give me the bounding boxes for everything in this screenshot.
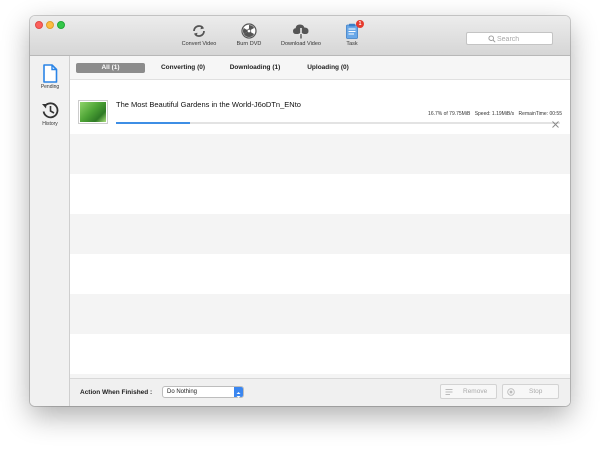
search-icon [488, 35, 496, 43]
sidebar-item-history-label: History [42, 121, 58, 127]
progress-info: 16.7% of 79.75MiB Speed: 1.19MiB/s Remai… [425, 111, 562, 117]
close-window-button[interactable] [35, 21, 43, 29]
task-button[interactable]: 1 Task [322, 20, 382, 47]
video-thumbnail [78, 100, 108, 124]
search-input[interactable] [497, 34, 551, 44]
history-icon [41, 102, 58, 119]
remove-button[interactable]: Remove [440, 384, 497, 399]
footer-bar: Action When Finished : Do Nothing Remove [70, 378, 570, 406]
sidebar-item-pending-label: Pending [40, 84, 60, 90]
close-icon[interactable] [552, 121, 559, 128]
item-title: The Most Beautiful Gardens in the World-… [116, 100, 301, 109]
titlebar: Convert Video Burn DVD Download Video 1 … [30, 16, 570, 56]
empty-row [70, 134, 570, 174]
empty-row [70, 214, 570, 254]
task-label: Task [346, 41, 358, 47]
sidebar-item-history[interactable]: History [30, 101, 70, 127]
empty-row [70, 294, 570, 334]
cloud-download-icon [293, 24, 309, 39]
progress-fill [116, 122, 191, 124]
stop-icon [507, 388, 515, 396]
tab-converting[interactable]: Converting (0) [152, 63, 214, 73]
document-icon [43, 64, 58, 83]
remaining-time: RemainTime: 00:55 [518, 111, 562, 117]
main-panel: All (1) Converting (0) Downloading (1) U… [70, 56, 570, 406]
stop-button-label: Stop [529, 388, 543, 395]
progress-text: 16.7% of 79.75MiB [428, 111, 471, 117]
stop-button[interactable]: Stop [502, 384, 559, 399]
list-item[interactable]: The Most Beautiful Gardens in the World-… [70, 94, 570, 134]
sidebar-item-pending[interactable]: Pending [30, 64, 70, 90]
filter-tabs: All (1) Converting (0) Downloading (1) U… [70, 56, 570, 80]
tab-all[interactable]: All (1) [76, 63, 145, 73]
search-box[interactable] [466, 32, 553, 45]
list-icon [445, 389, 453, 395]
burn-dvd-label: Burn DVD [236, 41, 262, 47]
tab-downloading[interactable]: Downloading (1) [222, 63, 288, 73]
app-window: Convert Video Burn DVD Download Video 1 … [30, 16, 570, 406]
task-list: The Most Beautiful Gardens in the World-… [70, 80, 570, 378]
maximize-window-button[interactable] [57, 21, 65, 29]
download-speed: Speed: 1.19MiB/s [474, 111, 515, 117]
tab-uploading[interactable]: Uploading (0) [298, 63, 358, 73]
action-select[interactable]: Do Nothing [162, 386, 244, 398]
minimize-window-button[interactable] [46, 21, 54, 29]
task-count-badge: 1 [356, 20, 364, 28]
select-stepper-icon [234, 387, 243, 398]
radiation-icon [241, 23, 257, 39]
action-when-finished-label: Action When Finished : [80, 389, 153, 396]
burn-dvd-button[interactable]: Burn DVD [219, 23, 279, 47]
action-select-value: Do Nothing [167, 389, 198, 395]
progress-bar [116, 122, 560, 124]
convert-icon [193, 25, 205, 37]
remove-button-label: Remove [463, 388, 488, 395]
sidebar: Pending History [30, 56, 70, 406]
